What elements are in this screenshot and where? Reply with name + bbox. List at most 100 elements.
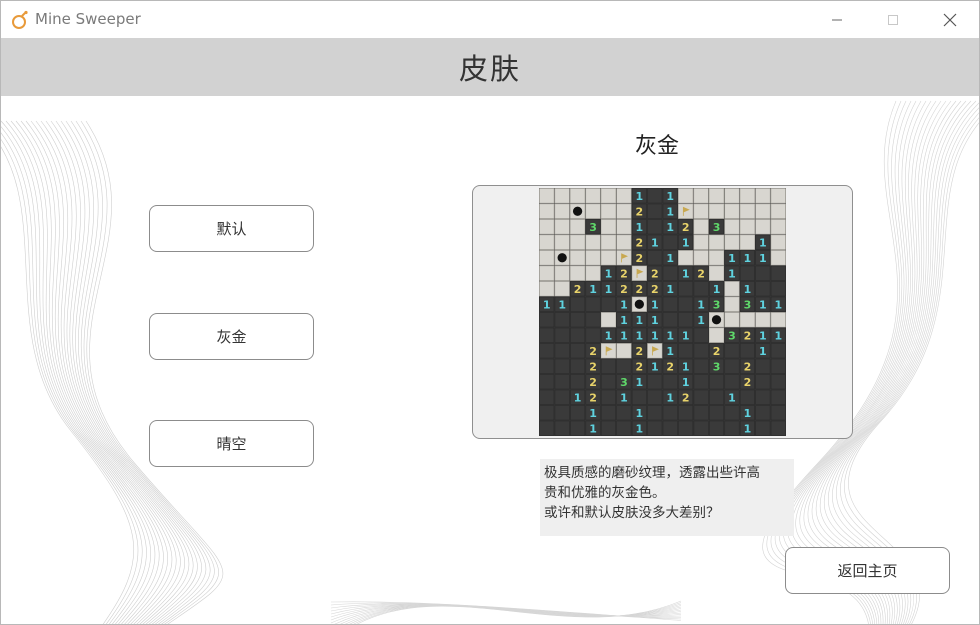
board-cell: 2 — [678, 389, 694, 405]
board-cell — [709, 234, 725, 250]
board-cell — [693, 358, 709, 374]
board-cell — [570, 312, 586, 328]
cell-number: 1 — [651, 360, 659, 373]
board-cell — [678, 203, 694, 219]
cell-number: 2 — [636, 236, 644, 249]
board-cell: 3 — [724, 327, 740, 343]
board-cell — [755, 420, 771, 436]
board-cell: 1 — [678, 374, 694, 390]
board-cell — [570, 343, 586, 359]
cell-number: 2 — [682, 221, 690, 234]
title-bar[interactable]: Mine Sweeper — [1, 1, 979, 38]
board-cell — [739, 219, 755, 235]
board-cell — [755, 281, 771, 297]
board-cell — [616, 219, 632, 235]
cell-number: 2 — [713, 345, 721, 358]
cell-number: 1 — [759, 298, 767, 311]
board-cell — [739, 234, 755, 250]
skin-button-clear-sky[interactable]: 晴空 — [149, 420, 314, 467]
board-cell — [770, 312, 786, 328]
description-line: 极具质感的磨砂纹理，透露出些许高 — [544, 465, 760, 481]
board-cell — [693, 405, 709, 421]
skin-button-gray-gold[interactable]: 灰金 — [149, 313, 314, 360]
mine-icon — [634, 299, 644, 309]
board-cell: 1 — [755, 327, 771, 343]
cell-number: 1 — [774, 298, 782, 311]
board-cell — [662, 265, 678, 281]
board-cell — [770, 343, 786, 359]
board-cell — [770, 281, 786, 297]
back-to-home-button[interactable]: 返回主页 — [785, 547, 950, 594]
board-cell: 1 — [678, 358, 694, 374]
board-cell — [770, 374, 786, 390]
cell-number: 2 — [589, 360, 597, 373]
cell-number: 1 — [728, 267, 736, 280]
board-cell — [693, 327, 709, 343]
board-cell — [709, 374, 725, 390]
board-cell — [693, 250, 709, 266]
cell-number: 1 — [574, 391, 582, 404]
board-cell — [724, 234, 740, 250]
cell-number: 2 — [620, 267, 628, 280]
board-cell — [585, 312, 601, 328]
board-cell — [709, 250, 725, 266]
board-cell — [600, 296, 616, 312]
board-cell — [739, 343, 755, 359]
cell-number: 1 — [666, 329, 674, 342]
board-cell — [570, 374, 586, 390]
board-cell — [616, 358, 632, 374]
skin-button-default[interactable]: 默认 — [149, 205, 314, 252]
board-cell — [600, 405, 616, 421]
board-cell: 2 — [631, 358, 647, 374]
board-cell — [554, 389, 570, 405]
board-cell — [755, 188, 771, 204]
cell-number: 2 — [589, 391, 597, 404]
board-cell — [585, 250, 601, 266]
board-cell — [739, 188, 755, 204]
mine-icon — [572, 206, 583, 216]
cell-number: 1 — [543, 298, 551, 311]
board-cell: 3 — [739, 296, 755, 312]
board-cell — [585, 296, 601, 312]
board-cell: 1 — [585, 405, 601, 421]
board-cell — [616, 234, 632, 250]
cell-number: 1 — [636, 190, 644, 203]
cell-number: 1 — [697, 314, 705, 327]
cell-number: 1 — [682, 236, 690, 249]
board-cell — [647, 374, 663, 390]
board-cell — [554, 250, 570, 266]
cell-number: 2 — [744, 376, 752, 389]
close-button[interactable] — [922, 1, 978, 38]
board-cell: 1 — [770, 327, 786, 343]
board-cell — [647, 203, 663, 219]
board-cell — [755, 389, 771, 405]
board-cell — [647, 250, 663, 266]
cell-number: 1 — [728, 391, 736, 404]
board-cell — [724, 374, 740, 390]
board-cell: 1 — [647, 327, 663, 343]
board-cell: 2 — [570, 281, 586, 297]
board-cell: 1 — [585, 281, 601, 297]
board-cell — [570, 405, 586, 421]
board-cell: 2 — [647, 281, 663, 297]
board-cell: 2 — [585, 358, 601, 374]
board-cell — [755, 203, 771, 219]
cell-number: 3 — [744, 298, 752, 311]
board-cell: 1 — [724, 265, 740, 281]
board-cell: 2 — [739, 374, 755, 390]
board-cell — [709, 405, 725, 421]
board-cell — [770, 250, 786, 266]
board-cell — [585, 188, 601, 204]
board-cell: 2 — [631, 250, 647, 266]
board-cell — [631, 296, 647, 312]
board-cell — [678, 343, 694, 359]
minimize-button[interactable] — [809, 1, 865, 38]
cell-number: 2 — [574, 283, 582, 296]
maximize-button[interactable] — [865, 1, 921, 38]
board-cell — [755, 265, 771, 281]
board-cell — [600, 203, 616, 219]
cell-number: 1 — [759, 329, 767, 342]
board-cell — [724, 420, 740, 436]
board-cell — [755, 358, 771, 374]
board-cell — [539, 234, 555, 250]
